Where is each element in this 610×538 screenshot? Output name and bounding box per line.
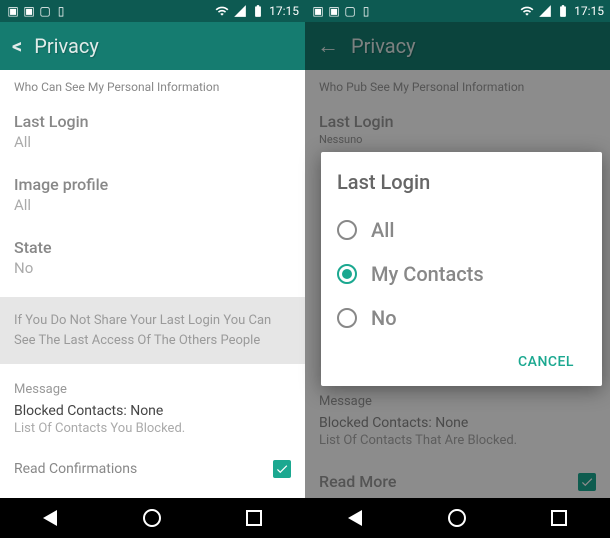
wifi-icon xyxy=(215,4,229,18)
radio-label: All xyxy=(371,218,394,242)
radio-label: My Contacts xyxy=(371,262,484,286)
status-icon: ▢ xyxy=(343,4,357,18)
status-icon: ▯ xyxy=(359,4,373,18)
checkbox-checked-icon[interactable] xyxy=(273,460,291,478)
radio-option-all[interactable]: All xyxy=(337,208,586,252)
nav-home-icon[interactable] xyxy=(140,506,164,530)
nav-back-icon[interactable] xyxy=(344,506,368,530)
blocked-contacts-sub: List Of Contacts You Blocked. xyxy=(0,421,305,446)
app-bar: < Privacy xyxy=(0,22,305,70)
status-icon: ▣ xyxy=(22,4,36,18)
wifi-icon xyxy=(520,4,534,18)
last-login-item[interactable]: Last Login All xyxy=(0,102,305,165)
status-icon: ▣ xyxy=(311,4,325,18)
page-title: Privacy xyxy=(34,34,99,58)
section-header: Who Can See My Personal Information xyxy=(0,70,305,102)
read-confirmations-row[interactable]: Read Confirmations xyxy=(0,446,305,492)
cancel-button[interactable]: CANCEL xyxy=(506,346,586,378)
radio-icon xyxy=(337,308,357,328)
signal-icon xyxy=(233,4,247,18)
image-profile-item[interactable]: Image profile All xyxy=(0,165,305,228)
nav-home-icon[interactable] xyxy=(445,506,469,530)
radio-option-no[interactable]: No xyxy=(337,296,586,340)
blocked-contacts[interactable]: Blocked Contacts: None xyxy=(0,403,305,421)
item-label: Image profile xyxy=(14,175,291,194)
status-bar: ▣ ▣ ▢ ▯ 17:15 xyxy=(0,0,305,22)
nav-recent-icon[interactable] xyxy=(547,506,571,530)
battery-icon xyxy=(556,4,570,18)
dialog-title: Last Login xyxy=(337,170,586,194)
status-bar: ▣ ▣ ▢ ▯ 17:15 xyxy=(305,0,610,22)
item-label: Last Login xyxy=(14,112,291,131)
status-icon: ▣ xyxy=(327,4,341,18)
signal-icon xyxy=(538,4,552,18)
status-icon: ▢ xyxy=(38,4,52,18)
settings-content: Who Can See My Personal Information Last… xyxy=(0,70,305,498)
status-icon: ▣ xyxy=(6,4,20,18)
battery-icon xyxy=(251,4,265,18)
radio-selected-icon xyxy=(337,264,357,284)
nav-bar xyxy=(0,498,305,538)
item-label: State xyxy=(14,238,291,257)
radio-label: No xyxy=(371,306,397,330)
status-icon: ▯ xyxy=(54,4,68,18)
item-value: All xyxy=(14,196,291,214)
info-box: If You Do Not Share Your Last Login You … xyxy=(0,297,305,364)
nav-back-icon[interactable] xyxy=(39,506,63,530)
state-item[interactable]: State No xyxy=(0,228,305,291)
back-icon[interactable]: < xyxy=(12,34,22,58)
status-time: 17:15 xyxy=(574,4,604,18)
radio-option-contacts[interactable]: My Contacts xyxy=(337,252,586,296)
radio-icon xyxy=(337,220,357,240)
nav-bar xyxy=(305,498,610,538)
item-value: No xyxy=(14,259,291,277)
nav-recent-icon[interactable] xyxy=(242,506,266,530)
status-time: 17:15 xyxy=(269,4,299,18)
item-value: All xyxy=(14,133,291,151)
check-label: Read Confirmations xyxy=(14,461,137,477)
last-login-dialog: Last Login All My Contacts No CANCEL xyxy=(321,152,602,386)
message-header: Message xyxy=(0,370,305,403)
